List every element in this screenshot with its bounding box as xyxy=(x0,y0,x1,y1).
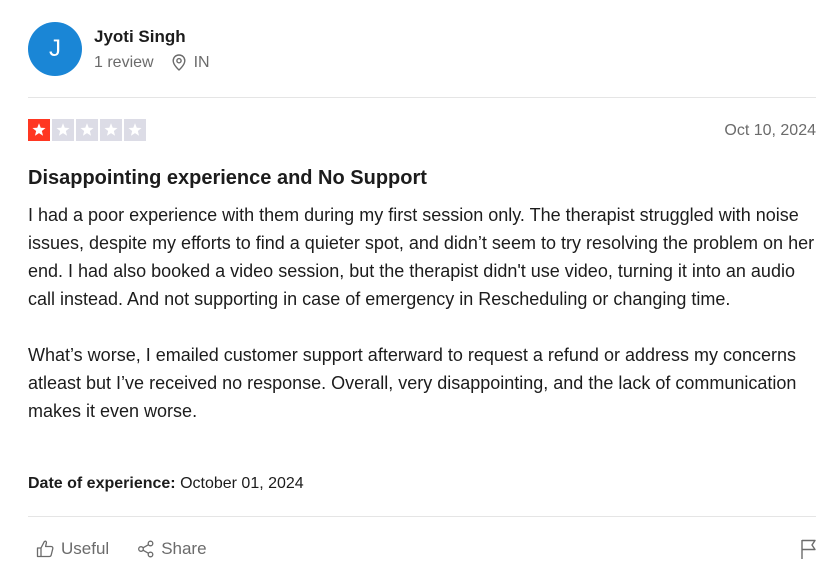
reviewer-info: Jyoti Singh 1 review IN xyxy=(94,26,210,73)
avatar[interactable]: J xyxy=(28,22,82,76)
footer-divider xyxy=(28,516,816,517)
share-button[interactable]: Share xyxy=(137,538,207,560)
reviewer-meta: 1 review IN xyxy=(94,53,210,73)
share-label: Share xyxy=(161,539,207,558)
review-title[interactable]: Disappointing experience and No Support xyxy=(28,165,427,191)
reviewer-location: IN xyxy=(172,53,210,73)
experience-label: Date of experience: xyxy=(28,475,176,492)
report-button[interactable] xyxy=(800,538,818,565)
country-code: IN xyxy=(193,53,210,71)
review-card: J Jyoti Singh 1 review IN Oct 10, 2024 D… xyxy=(0,0,840,582)
star-empty-icon xyxy=(76,119,98,141)
star-filled-icon xyxy=(28,119,50,141)
review-paragraph: I had a poor experience with them during… xyxy=(28,205,815,309)
location-pin-icon xyxy=(172,54,186,71)
star-empty-icon xyxy=(100,119,122,141)
star-rating xyxy=(28,119,146,141)
date-of-experience: Date of experience: October 01, 2024 xyxy=(28,474,304,494)
review-date: Oct 10, 2024 xyxy=(724,122,816,139)
review-count: 1 review xyxy=(94,53,154,71)
review-paragraph: What’s worse, I emailed customer support… xyxy=(28,345,797,421)
thumbs-up-icon xyxy=(36,540,54,558)
experience-date: October 01, 2024 xyxy=(180,475,304,492)
star-empty-icon xyxy=(124,119,146,141)
share-icon xyxy=(138,540,154,558)
reviewer-header: J Jyoti Singh 1 review IN xyxy=(28,22,210,76)
review-body: I had a poor experience with them during… xyxy=(28,201,818,425)
useful-label: Useful xyxy=(61,539,110,558)
star-empty-icon xyxy=(52,119,74,141)
review-actions: Useful Share xyxy=(36,538,235,560)
header-divider xyxy=(28,97,816,98)
useful-button[interactable]: Useful xyxy=(36,538,109,560)
reviewer-name[interactable]: Jyoti Singh xyxy=(94,26,210,48)
flag-icon xyxy=(801,539,816,559)
